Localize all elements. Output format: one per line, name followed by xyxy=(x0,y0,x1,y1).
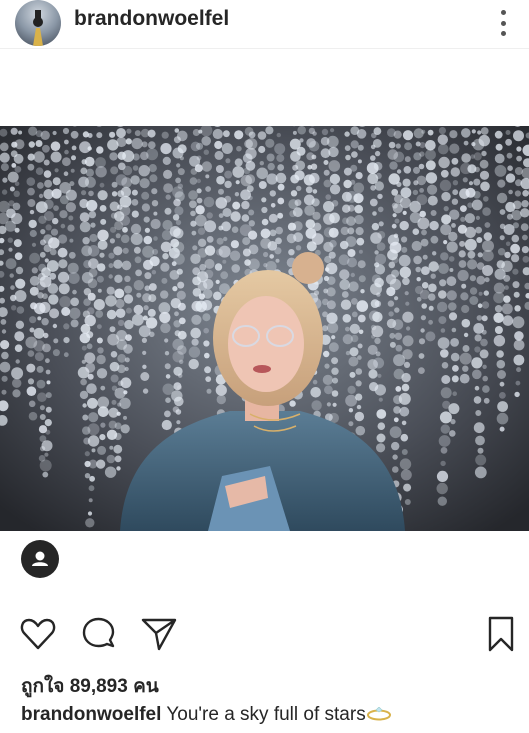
more-options-icon[interactable] xyxy=(490,6,516,40)
ring-icon xyxy=(366,704,392,725)
heart-icon[interactable] xyxy=(18,614,58,654)
post-header: brandonwoelfel xyxy=(0,0,529,49)
post-photo[interactable] xyxy=(0,126,529,531)
post-caption: brandonwoelfel You're a sky full of star… xyxy=(21,704,392,726)
send-icon[interactable] xyxy=(139,614,179,654)
user-tag-icon[interactable] xyxy=(21,540,59,578)
comment-icon[interactable] xyxy=(79,614,119,654)
avatar[interactable] xyxy=(15,0,61,46)
caption-username[interactable]: brandonwoelfel xyxy=(21,704,161,725)
bookmark-icon[interactable] xyxy=(481,614,521,654)
action-bar xyxy=(0,614,529,654)
likes-count[interactable]: ถูกใจ 89,893 คน xyxy=(21,671,159,701)
post-username[interactable]: brandonwoelfel xyxy=(74,7,229,31)
caption-text: You're a sky full of stars xyxy=(166,704,366,725)
